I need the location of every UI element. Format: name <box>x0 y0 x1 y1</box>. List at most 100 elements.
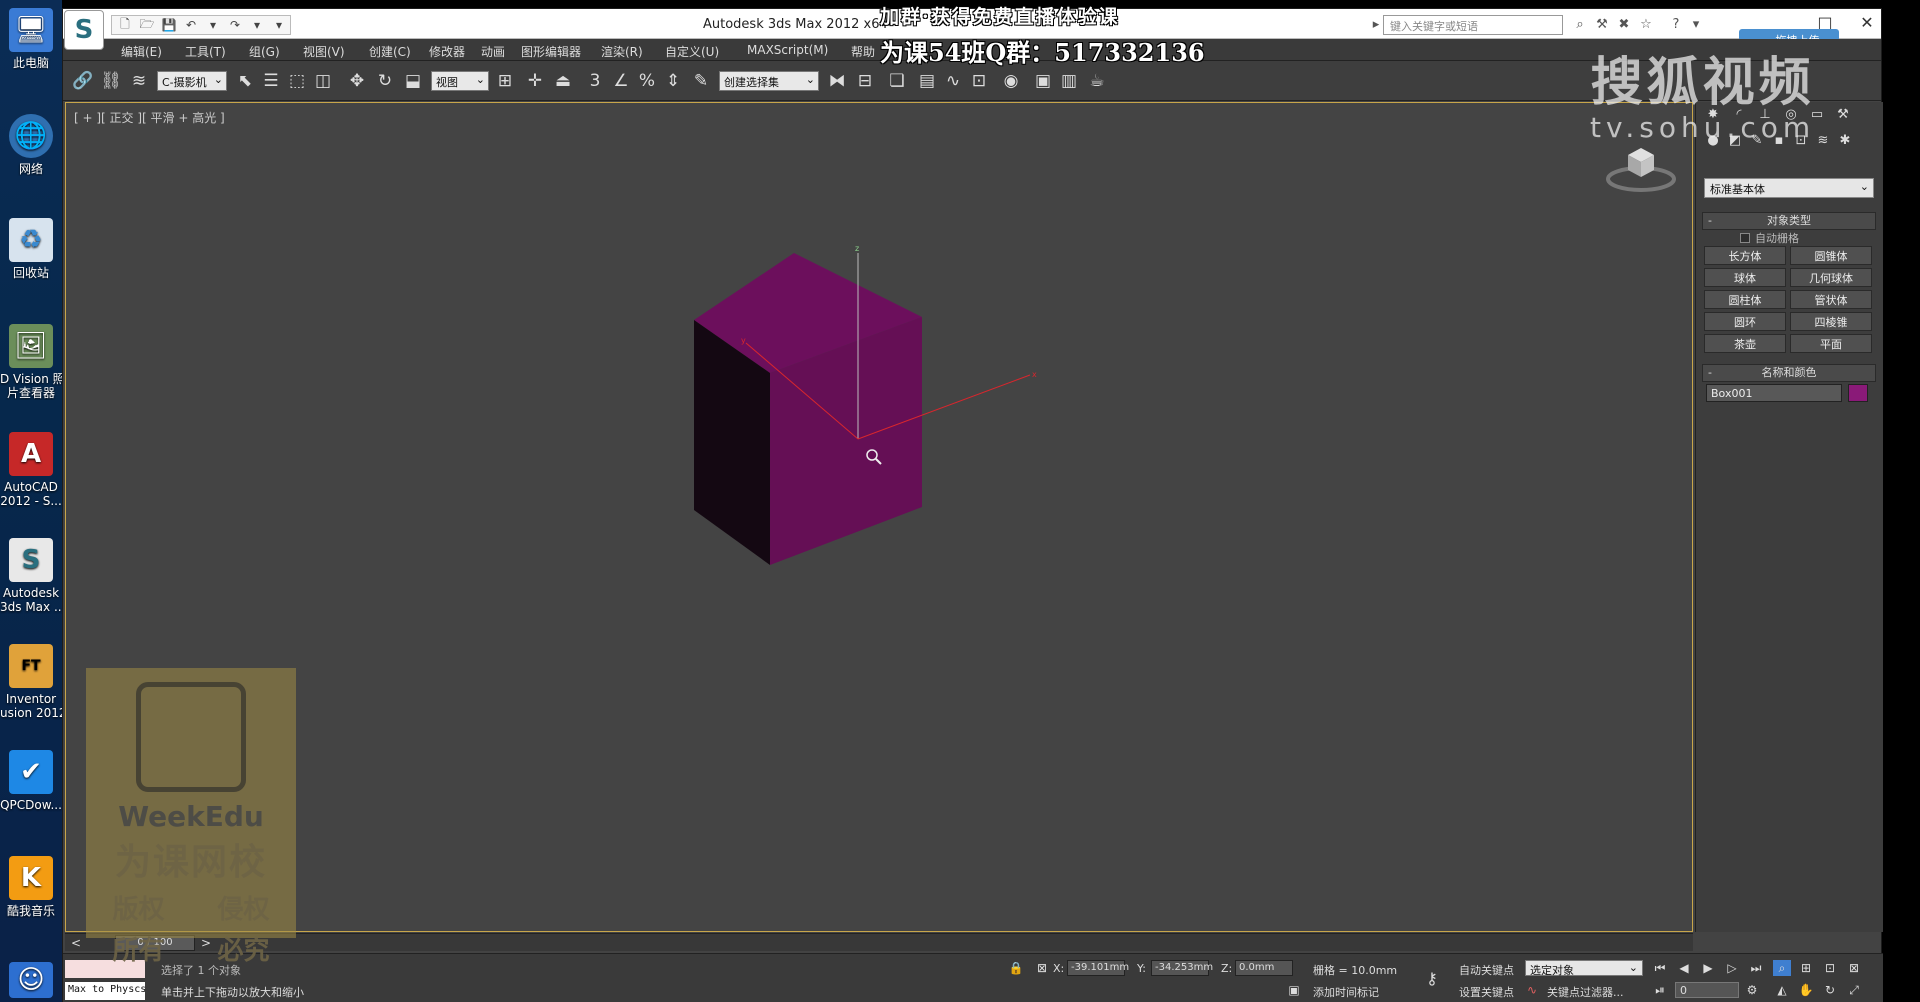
menu-tools[interactable]: 工具(T) <box>185 43 226 60</box>
graphite-ribbon-icon[interactable]: ▤ <box>915 69 939 93</box>
angle-snap-icon[interactable]: ∠ <box>609 69 633 93</box>
undo-icon[interactable]: ↶ <box>182 17 200 33</box>
previous-frame-icon[interactable]: ◀ <box>1675 960 1693 976</box>
current-frame-field[interactable]: 0 <box>1675 982 1739 998</box>
selection-filter-select[interactable]: C-摄影机 ⌄ <box>157 71 227 91</box>
object-name-field[interactable]: Box001 <box>1706 384 1842 402</box>
search-expand-icon[interactable]: ▸ <box>1367 15 1385 33</box>
perspective-viewport[interactable]: [ + ][ 正交 ][ 平滑 + 高光 ] x y z <box>65 102 1693 932</box>
key-target-select[interactable]: 选定对象 ⌄ <box>1525 960 1643 977</box>
zoom-icon[interactable]: ⌕ <box>1773 960 1791 976</box>
layer-manager-icon[interactable]: ❏ <box>885 69 909 93</box>
menu-edit[interactable]: 编辑(E) <box>121 43 162 60</box>
menu-customize[interactable]: 自定义(U) <box>665 43 719 60</box>
autogrid-checkbox[interactable]: 自动栅格 <box>1740 230 1799 246</box>
menu-rendering[interactable]: 渲染(R) <box>601 43 643 60</box>
key-filters-button[interactable]: 关键点过滤器... <box>1547 984 1624 1000</box>
menu-modifiers[interactable]: 修改器 <box>429 43 465 60</box>
desktop-icon-partial[interactable]: ☺ <box>0 962 62 1002</box>
auto-key-button[interactable]: 自动关键点 <box>1459 962 1514 978</box>
utilities-tab-icon[interactable]: ⚒ <box>1832 104 1854 124</box>
rect-selection-icon[interactable]: ⬚ <box>285 69 309 93</box>
time-config-icon[interactable]: ⚙ <box>1743 982 1761 998</box>
pivot-center-icon[interactable]: ⊞ <box>493 69 517 93</box>
tube-button[interactable]: 管状体 <box>1790 290 1872 309</box>
align-icon[interactable]: ⊟ <box>853 69 877 93</box>
help-icon[interactable]: ? <box>1667 15 1685 33</box>
named-selection-set-select[interactable]: 创建选择集 ⌄ <box>719 71 819 91</box>
desktop-icon-photo-viewer[interactable]: 🖼 D Vision 照 片查看器 <box>0 324 62 400</box>
edit-named-selection-icon[interactable]: ✎ <box>689 69 713 93</box>
menu-views[interactable]: 视图(V) <box>303 43 345 60</box>
subscription-icon[interactable]: ⚒ <box>1593 15 1611 33</box>
menu-group[interactable]: 组(G) <box>249 43 280 60</box>
render-teapot-icon[interactable]: ☕ <box>1085 69 1109 93</box>
material-editor-icon[interactable]: ◉ <box>999 69 1023 93</box>
orbit-icon[interactable]: ↻ <box>1821 982 1839 998</box>
help-dropdown-icon[interactable]: ▾ <box>1687 15 1705 33</box>
cylinder-button[interactable]: 圆柱体 <box>1704 290 1786 309</box>
select-by-name-icon[interactable]: ☰ <box>259 69 283 93</box>
open-file-icon[interactable]: 🗁 <box>138 17 156 33</box>
snaps-toggle-icon[interactable]: 3 <box>583 69 607 93</box>
systems-icon[interactable]: ✱ <box>1834 130 1856 150</box>
object-color-swatch[interactable] <box>1848 384 1868 402</box>
menu-animation[interactable]: 动画 <box>481 43 505 60</box>
maximize-viewport-icon[interactable]: ⤢ <box>1845 982 1863 998</box>
customize-qat-icon[interactable]: ▾ <box>270 17 288 33</box>
sphere-button[interactable]: 球体 <box>1704 268 1786 287</box>
plane-button[interactable]: 平面 <box>1790 334 1872 353</box>
go-to-end-icon[interactable]: ⏭ <box>1747 960 1765 976</box>
set-key-icon[interactable]: ⚷ <box>1423 969 1441 988</box>
undo-dropdown-icon[interactable]: ▾ <box>204 17 222 33</box>
save-file-icon[interactable]: 💾 <box>160 17 178 33</box>
desktop-icon-network[interactable]: 🌐 网络 <box>0 114 62 176</box>
rendered-frame-window-icon[interactable]: ▥ <box>1057 69 1081 93</box>
add-time-tag[interactable]: 添加时间标记 <box>1313 984 1379 1000</box>
menu-graph-editors[interactable]: 图形编辑器 <box>521 43 581 60</box>
time-slider-track[interactable]: < 0 / 100 > <box>65 933 1693 951</box>
object-category-select[interactable]: 标准基本体 ⌄ <box>1704 178 1874 198</box>
field-of-view-icon[interactable]: ◭ <box>1773 982 1791 998</box>
lock-selection-icon[interactable]: 🔒 <box>1007 960 1025 976</box>
x-coordinate-field[interactable]: -39.101mm <box>1067 960 1129 976</box>
time-tag-icon[interactable]: ▣ <box>1285 982 1303 998</box>
torus-button[interactable]: 圆环 <box>1704 312 1786 331</box>
window-crossing-icon[interactable]: ◫ <box>311 69 335 93</box>
desktop-icon-this-pc[interactable]: 🖥 此电脑 <box>0 8 62 70</box>
select-object-icon[interactable]: ⬉ <box>233 69 257 93</box>
y-coordinate-field[interactable]: -34.253mm <box>1151 960 1213 976</box>
search-input[interactable]: 键入关键字或短语 <box>1383 15 1563 35</box>
zoom-extents-icon[interactable]: ⊡ <box>1821 960 1839 976</box>
keyboard-shortcut-override-icon[interactable]: ⏏ <box>551 69 575 93</box>
spinner-snap-icon[interactable]: ⇕ <box>661 69 685 93</box>
render-setup-icon[interactable]: ▣ <box>1031 69 1055 93</box>
curve-editor-icon[interactable]: ∿ <box>941 69 965 93</box>
move-icon[interactable]: ✥ <box>345 69 369 93</box>
name-color-rollout[interactable]: - 名称和颜色 <box>1702 364 1876 382</box>
desktop-icon-kuwo[interactable]: K 酷我音乐 <box>0 856 62 918</box>
prev-frame-icon[interactable]: < <box>67 935 85 951</box>
redo-icon[interactable]: ↷ <box>226 17 244 33</box>
desktop-icon-autocad[interactable]: A AutoCAD 2012 - S... <box>0 432 62 508</box>
maxscript-listener-input[interactable]: Max to Physcs ( <box>65 982 145 1000</box>
menu-create[interactable]: 创建(C) <box>369 43 411 60</box>
teapot-button[interactable]: 茶壶 <box>1704 334 1786 353</box>
menu-maxscript[interactable]: MAXScript(M) <box>747 43 828 57</box>
binoculars-icon[interactable]: ⌕ <box>1571 15 1589 33</box>
desktop-icon-3dsmax[interactable]: S Autodesk 3ds Max ... <box>0 538 62 614</box>
zoom-all-icon[interactable]: ⊞ <box>1797 960 1815 976</box>
go-to-start-icon[interactable]: ⏮ <box>1651 960 1669 976</box>
rotate-icon[interactable]: ↻ <box>373 69 397 93</box>
scale-icon[interactable]: ⬓ <box>401 69 425 93</box>
key-mode-icon[interactable]: ⏯ <box>1651 982 1669 998</box>
link-icon[interactable]: 🔗 <box>71 69 95 93</box>
close-window-button[interactable]: ✕ <box>1853 13 1881 32</box>
absolute-mode-icon[interactable]: ⊠ <box>1033 960 1051 976</box>
unlink-icon[interactable]: ⛓ <box>99 69 123 93</box>
desktop-icon-inventor[interactable]: FT Inventor usion 2012 <box>0 644 62 720</box>
z-coordinate-field[interactable]: 0.0mm <box>1235 960 1293 976</box>
spacewarps-icon[interactable]: ≋ <box>1812 130 1834 150</box>
object-type-rollout[interactable]: - 对象类型 <box>1702 212 1876 230</box>
set-key-button[interactable]: 设置关键点 <box>1459 984 1514 1000</box>
